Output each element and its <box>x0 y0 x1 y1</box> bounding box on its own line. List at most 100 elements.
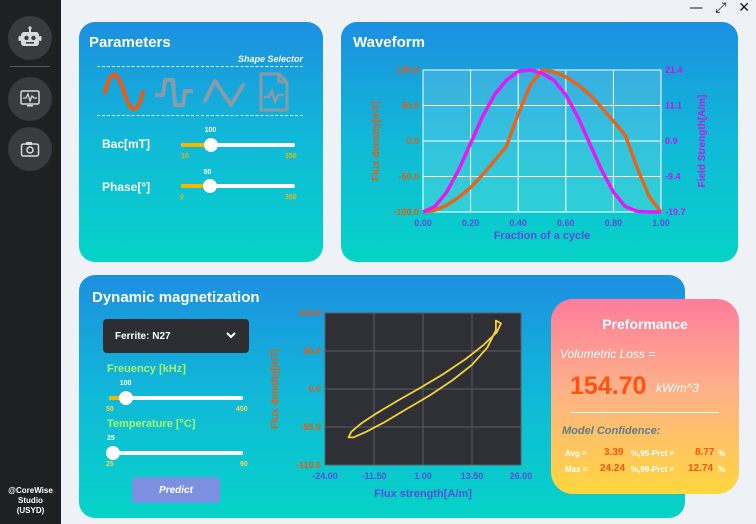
robot-icon[interactable] <box>8 16 52 60</box>
brand-line-2: Studio <box>18 496 43 505</box>
hysteresis-x-tick: -11.50 <box>361 471 386 481</box>
prct95-suffix: % <box>718 449 726 458</box>
frequency-slider[interactable] <box>109 391 243 405</box>
shape-selector: Shape Selector <box>97 54 303 116</box>
frequency-min: 50 <box>106 406 114 413</box>
hysteresis-y-tick: 110.0 <box>299 308 321 318</box>
prct99-label: %,99-Prct = <box>631 465 675 474</box>
waveform-x-tick: 0.40 <box>509 218 527 228</box>
model-confidence-label: Model Confidence: <box>562 425 661 437</box>
waveform-y-right-tick: -19.7 <box>665 207 686 217</box>
phase-min: 0 <box>180 194 184 201</box>
waveform-x-tick: 0.20 <box>462 218 480 228</box>
prct95-value: 8.77 <box>695 447 715 458</box>
hysteresis-x-tick: -24.00 <box>312 471 338 481</box>
bac-max: 350 <box>285 153 297 160</box>
hysteresis-x-tick: 26.00 <box>510 471 533 481</box>
monitor-waveform-icon[interactable] <box>8 77 52 121</box>
dynamic-magnetization-title: Dynamic magnetization <box>92 289 260 306</box>
avg-value: 3.39 <box>604 447 624 458</box>
waveform-y-left-tick: -100.0 <box>393 207 419 217</box>
temperature-label: Temperature [°C] <box>107 418 196 430</box>
hysteresis-y-label: Flux density[mT] <box>270 349 281 429</box>
max-value: 24.24 <box>600 463 626 474</box>
parameters-title: Parameters <box>89 34 171 51</box>
sidebar: @CoreWise Studio (USYD) <box>0 0 61 524</box>
maximize-button[interactable]: ⤢ <box>715 0 726 16</box>
waveform-x-label: Fraction of a cycle <box>494 230 591 242</box>
custom-file-wave-icon[interactable] <box>253 71 295 113</box>
phase-slider-thumb[interactable] <box>202 179 217 193</box>
phase-label: Phase[°] <box>102 180 151 194</box>
temperature-min: 25 <box>106 461 114 468</box>
hysteresis-x-tick: 1.00 <box>414 471 432 481</box>
frequency-value: 100 <box>119 380 132 387</box>
close-button[interactable]: ✕ <box>738 0 750 16</box>
waveform-x-tick: 0.60 <box>557 218 575 228</box>
waveform-y-right-tick: 11.1 <box>665 101 682 111</box>
bac-min: 10 <box>181 153 189 160</box>
frequency-label: Freuency [kHz] <box>107 363 186 375</box>
material-selected: Ferrite: N27 <box>115 330 171 342</box>
prct99-value: 12.74 <box>688 463 714 474</box>
sine-wave-icon[interactable] <box>103 71 145 113</box>
bac-value: 100 <box>204 127 217 134</box>
performance-title: Preformance <box>602 316 688 332</box>
material-dropdown[interactable]: Ferrite: N27 <box>103 319 249 353</box>
max-label: Max = <box>565 465 588 474</box>
temperature-max: 90 <box>240 461 248 468</box>
hysteresis-y-tick: 0.0 <box>308 384 321 394</box>
hysteresis-y-tick: -110.0 <box>296 460 321 470</box>
performance-divider <box>571 412 719 413</box>
parameters-card: Parameters Shape Selector Bac[mT] 100 10… <box>79 22 323 262</box>
app-window: @CoreWise Studio (USYD) — ⤢ ✕ Parameters… <box>0 0 756 524</box>
waveform-y-right-tick: 0.9 <box>665 136 678 146</box>
predict-button[interactable]: Predict <box>132 477 220 503</box>
sidebar-divider <box>10 66 50 67</box>
phase-max: 360 <box>285 194 297 201</box>
volumetric-loss-label: Volumetric Loss = <box>560 347 656 361</box>
volumetric-loss-unit: kW/m^3 <box>656 381 699 395</box>
brand-line-1: @CoreWise <box>8 486 53 495</box>
waveform-y-left-tick: 100.0 <box>396 65 419 75</box>
bac-slider[interactable] <box>181 138 295 152</box>
trapezoid-wave-icon[interactable] <box>153 71 195 113</box>
brand-text: @CoreWise Studio (USYD) <box>0 486 61 516</box>
hysteresis-x-label: Flux strength[A/m] <box>374 488 472 500</box>
waveform-y-right-tick: 21.4 <box>665 65 683 75</box>
frequency-slider-thumb[interactable] <box>118 391 133 405</box>
hysteresis-x-tick: 13.50 <box>461 471 484 481</box>
triangle-wave-icon[interactable] <box>203 71 245 113</box>
shape-selector-label: Shape Selector <box>237 54 303 64</box>
hysteresis-y-tick: -55.0 <box>300 422 321 432</box>
temperature-slider[interactable] <box>106 446 243 460</box>
hysteresis-chart: -24.00 -11.50 1.00 13.50 26.00 110.0 55.0 0.0 -5… <box>270 308 533 500</box>
waveform-chart: 0.00 0.20 0.40 0.60 0.80 1.00 100.0 50.0 0.0 -50.… <box>371 65 708 242</box>
waveform-y-left-tick: -50.0 <box>398 172 419 182</box>
temperature-slider-thumb[interactable] <box>106 446 120 460</box>
waveform-y-left-tick: 50.0 <box>401 101 419 111</box>
waveform-y-left-tick: 0.0 <box>406 136 419 146</box>
waveform-x-tick: 1.00 <box>652 218 670 228</box>
brand-line-3: (USYD) <box>16 506 45 515</box>
avg-label: Avg = <box>565 449 587 458</box>
prct95-label: %,95-Prct = <box>631 449 675 458</box>
performance-card: Preformance Volumetric Loss = 154.70 kW/… <box>551 299 739 494</box>
window-controls: — ⤢ ✕ <box>689 0 750 16</box>
phase-value: 90 <box>203 169 212 176</box>
waveform-card: Waveform 0.00 0.20 0.40 0.60 0.80 1.00 100.0 50… <box>341 22 738 262</box>
waveform-y-left-label: Flux density[mT] <box>371 101 382 181</box>
temperature-value: 25 <box>107 435 115 442</box>
phase-slider[interactable] <box>181 179 295 193</box>
waveform-x-tick: 0.00 <box>414 218 432 228</box>
prct99-suffix: % <box>718 465 726 474</box>
bac-label: Bac[mT] <box>102 137 151 151</box>
bac-slider-thumb[interactable] <box>203 138 218 152</box>
volumetric-loss-value: 154.70 <box>570 372 647 400</box>
waveform-x-tick: 0.80 <box>605 218 623 228</box>
waveform-y-right-label: Field Strength[A/m] <box>697 95 708 188</box>
frequency-max: 450 <box>236 406 248 413</box>
hysteresis-y-tick: 55.0 <box>303 346 321 356</box>
camera-icon[interactable] <box>8 127 52 171</box>
minimize-button[interactable]: — <box>689 0 703 16</box>
